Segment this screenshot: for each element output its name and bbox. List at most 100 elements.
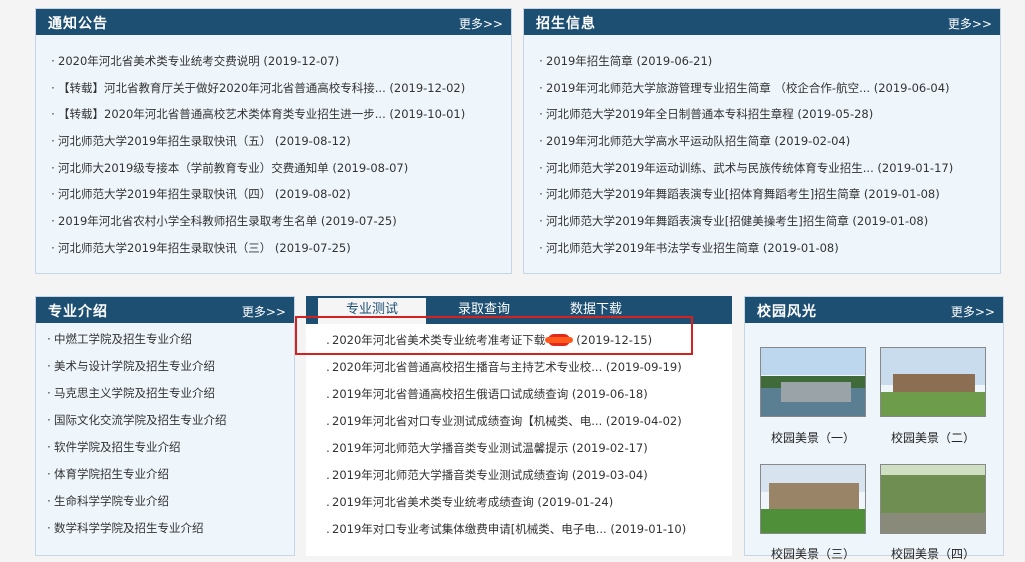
- list-item[interactable]: . 2019年对口专业考试集体缴费申请[机械类、电子电... (2019-01-1…: [324, 521, 732, 548]
- item-title[interactable]: 2019年河北省农村小学全科教师招生录取考生名单: [58, 214, 317, 228]
- item-title[interactable]: 河北师范大学2019年舞蹈表演专业[招体育舞蹈考生]招生简章: [546, 187, 860, 201]
- admission-title: 招生信息: [536, 16, 596, 32]
- item-title[interactable]: 2019年河北省美术类专业统考成绩查询: [332, 495, 534, 509]
- list-item[interactable]: · 河北师大2019级专接本（学前教育专业）交费通知单 (2019-08-07): [36, 160, 511, 187]
- list-item[interactable]: . 2019年河北师范大学播音类专业测试成绩查询 (2019-03-04): [324, 467, 732, 494]
- item-title[interactable]: 河北师大2019级专接本（学前教育专业）交费通知单: [58, 161, 329, 175]
- item-title[interactable]: 【转载】2020年河北省普通高校艺术类体育类专业招生进一步...: [58, 107, 386, 121]
- list-item[interactable]: · 2019年河北省农村小学全科教师招生录取考生名单 (2019-07-25): [36, 213, 511, 240]
- item-date: (2019-08-07): [332, 160, 409, 175]
- list-item[interactable]: · 生命科学学院专业介绍: [36, 493, 294, 520]
- item-date: (2019-05-28): [797, 107, 874, 122]
- item-title[interactable]: 2019年河北省对口专业测试成绩查询【机械类、电...: [332, 414, 602, 428]
- item-date: (2019-01-10): [610, 522, 687, 536]
- campus-title: 校园风光: [757, 304, 817, 320]
- item-title[interactable]: 2019年河北省普通高校招生俄语口试成绩查询: [332, 387, 568, 401]
- campus-photo-1[interactable]: [760, 347, 866, 417]
- item-title[interactable]: 生命科学学院专业介绍: [54, 494, 169, 508]
- campus-photo-2[interactable]: [880, 347, 986, 417]
- campus-caption-3[interactable]: 校园美景（三）: [758, 545, 868, 562]
- item-title[interactable]: 河北师范大学2019年运动训练、武术与民族传统体育专业招生...: [546, 161, 874, 175]
- campus-photo-4[interactable]: [880, 464, 986, 534]
- item-date: (2019-08-02): [274, 187, 351, 202]
- list-item[interactable]: · 河北师范大学2019年书法学专业招生简章 (2019-01-08): [524, 240, 1000, 267]
- item-title[interactable]: 2020年河北省美术类专业统考交费说明: [58, 54, 260, 68]
- list-item[interactable]: . 2019年河北省对口专业测试成绩查询【机械类、电... (2019-04-02…: [324, 413, 732, 440]
- item-title[interactable]: 2019年招生简章: [546, 54, 633, 68]
- item-date: (2019-01-24): [537, 495, 614, 509]
- item-title[interactable]: 河北师范大学2019年舞蹈表演专业[招健美操考生]招生简章: [546, 214, 849, 228]
- majors-more-link[interactable]: 更多>>: [242, 303, 286, 320]
- admission-more-link[interactable]: 更多>>: [948, 15, 992, 32]
- item-date: (2019-12-02): [389, 80, 466, 95]
- list-item[interactable]: · 2019年招生简章 (2019-06-21): [524, 53, 1000, 80]
- notice-header: 通知公告 更多>>: [36, 9, 511, 35]
- list-item[interactable]: · 美术与设计学院及招生专业介绍: [36, 358, 294, 385]
- majors-header: 专业介绍 更多>>: [36, 297, 294, 323]
- majors-panel: 专业介绍 更多>> · 中燃工学院及招生专业介绍 · 美术与设计学院及招生专业介绍 …: [35, 296, 295, 556]
- list-item[interactable]: · 河北师范大学2019年舞蹈表演专业[招健美操考生]招生简章 (2019-01-…: [524, 213, 1000, 240]
- list-item[interactable]: . 2020年河北省普通高校招生播音与主持艺术专业校... (2019-09-19…: [324, 359, 732, 386]
- admission-list: · 2019年招生简章 (2019-06-21) · 2019年河北师范大学旅游管理…: [524, 53, 1000, 267]
- list-item[interactable]: · 2019年河北师范大学旅游管理专业招生简章 （校企合作-航空... (2019…: [524, 80, 1000, 107]
- item-title[interactable]: 2020年河北省普通高校招生播音与主持艺术专业校...: [332, 360, 602, 374]
- item-date: (2019-01-08): [852, 214, 929, 229]
- list-item[interactable]: · 国际文化交流学院及招生专业介绍: [36, 412, 294, 439]
- list-item[interactable]: · 中燃工学院及招生专业介绍: [36, 331, 294, 358]
- item-title[interactable]: 国际文化交流学院及招生专业介绍: [54, 413, 227, 427]
- item-title[interactable]: 2019年河北师范大学高水平运动队招生简章: [546, 134, 771, 148]
- list-item[interactable]: · 河北师范大学2019年全日制普通本专科招生章程 (2019-05-28): [524, 106, 1000, 133]
- item-title[interactable]: 河北师范大学2019年招生录取快讯（四）: [58, 187, 271, 201]
- item-title[interactable]: 中燃工学院及招生专业介绍: [54, 332, 192, 346]
- item-title[interactable]: 2019年河北师范大学旅游管理专业招生简章 （校企合作-航空...: [546, 81, 870, 95]
- list-item[interactable]: · 河北师范大学2019年招生录取快讯（五） (2019-08-12): [36, 133, 511, 160]
- list-item[interactable]: · 体育学院招生专业介绍: [36, 466, 294, 493]
- item-date: (2019-12-07): [263, 54, 340, 68]
- item-date: (2019-06-18): [571, 387, 648, 401]
- list-item[interactable]: · 河北师范大学2019年舞蹈表演专业[招体育舞蹈考生]招生简章 (2019-01…: [524, 186, 1000, 213]
- list-item[interactable]: · 【转载】2020年河北省普通高校艺术类体育类专业招生进一步... (2019-…: [36, 106, 511, 133]
- list-item[interactable]: · 河北师范大学2019年运动训练、武术与民族传统体育专业招生... (2019-…: [524, 160, 1000, 187]
- admission-panel: 招生信息 更多>> · 2019年招生简章 (2019-06-21) · 2019年…: [523, 8, 1001, 274]
- item-title[interactable]: 数学科学学院及招生专业介绍: [54, 521, 204, 535]
- item-date: (2019-07-25): [320, 214, 397, 229]
- list-item[interactable]: · 马克思主义学院及招生专业介绍: [36, 385, 294, 412]
- list-item[interactable]: · 2020年河北省美术类专业统考交费说明 (2019-12-07): [36, 53, 511, 80]
- item-title[interactable]: 美术与设计学院及招生专业介绍: [54, 359, 215, 373]
- notice-more-link[interactable]: 更多>>: [459, 15, 503, 32]
- item-date: (2019-06-21): [636, 54, 713, 68]
- item-date: (2019-09-19): [605, 360, 682, 374]
- item-date: (2019-03-04): [571, 468, 648, 482]
- campus-panel: 校园风光 更多>> 校园美景（一） 校园美景（二） 校园美景（三） 校园美景（四…: [744, 296, 1004, 561]
- item-title[interactable]: 体育学院招生专业介绍: [54, 467, 169, 481]
- campus-header: 校园风光 更多>>: [745, 297, 1003, 323]
- test-list: . 2020年河北省美术类专业统考准考证下载 (2019-12-15) . 2020年…: [324, 332, 732, 548]
- item-title[interactable]: 河北师范大学2019年全日制普通本专科招生章程: [546, 107, 794, 121]
- list-item[interactable]: . 2019年河北师范大学播音类专业测试温馨提示 (2019-02-17): [324, 440, 732, 467]
- item-title[interactable]: 2019年对口专业考试集体缴费申请[机械类、电子电...: [332, 522, 607, 536]
- campus-photo-3[interactable]: [760, 464, 866, 534]
- list-item[interactable]: · 河北师范大学2019年招生录取快讯（四） (2019-08-02): [36, 186, 511, 213]
- list-item[interactable]: · 数学科学学院及招生专业介绍: [36, 520, 294, 547]
- item-title[interactable]: 马克思主义学院及招生专业介绍: [54, 386, 215, 400]
- item-title[interactable]: 【转载】河北省教育厅关于做好2020年河北省普通高校专科接...: [58, 81, 386, 95]
- list-item[interactable]: · 软件学院及招生专业介绍: [36, 439, 294, 466]
- item-title[interactable]: 河北师范大学2019年书法学专业招生简章: [546, 241, 759, 255]
- list-item[interactable]: . 2019年河北省美术类专业统考成绩查询 (2019-01-24): [324, 494, 732, 521]
- item-title[interactable]: 2019年河北师范大学播音类专业测试成绩查询: [332, 468, 568, 482]
- list-item[interactable]: · 【转载】河北省教育厅关于做好2020年河北省普通高校专科接... (2019-…: [36, 80, 511, 107]
- notice-panel: 通知公告 更多>> · 2020年河北省美术类专业统考交费说明 (2019-12-…: [35, 8, 512, 274]
- list-item[interactable]: · 河北师范大学2019年招生录取快讯（三） (2019-07-25): [36, 240, 511, 267]
- item-title[interactable]: 河北师范大学2019年招生录取快讯（三）: [58, 241, 271, 255]
- item-title[interactable]: 河北师范大学2019年招生录取快讯（五）: [58, 134, 271, 148]
- campus-caption-2[interactable]: 校园美景（二）: [878, 429, 988, 446]
- item-title[interactable]: 2019年河北师范大学播音类专业测试温馨提示: [332, 441, 568, 455]
- campus-caption-4[interactable]: 校园美景（四）: [878, 545, 988, 562]
- campus-more-link[interactable]: 更多>>: [951, 303, 995, 320]
- list-item[interactable]: . 2019年河北省普通高校招生俄语口试成绩查询 (2019-06-18): [324, 386, 732, 413]
- item-title[interactable]: 软件学院及招生专业介绍: [54, 440, 181, 454]
- item-date: (2019-04-02): [605, 414, 682, 428]
- list-item[interactable]: · 2019年河北师范大学高水平运动队招生简章 (2019-02-04): [524, 133, 1000, 160]
- item-date: (2019-01-08): [863, 187, 940, 202]
- campus-caption-1[interactable]: 校园美景（一）: [758, 429, 868, 446]
